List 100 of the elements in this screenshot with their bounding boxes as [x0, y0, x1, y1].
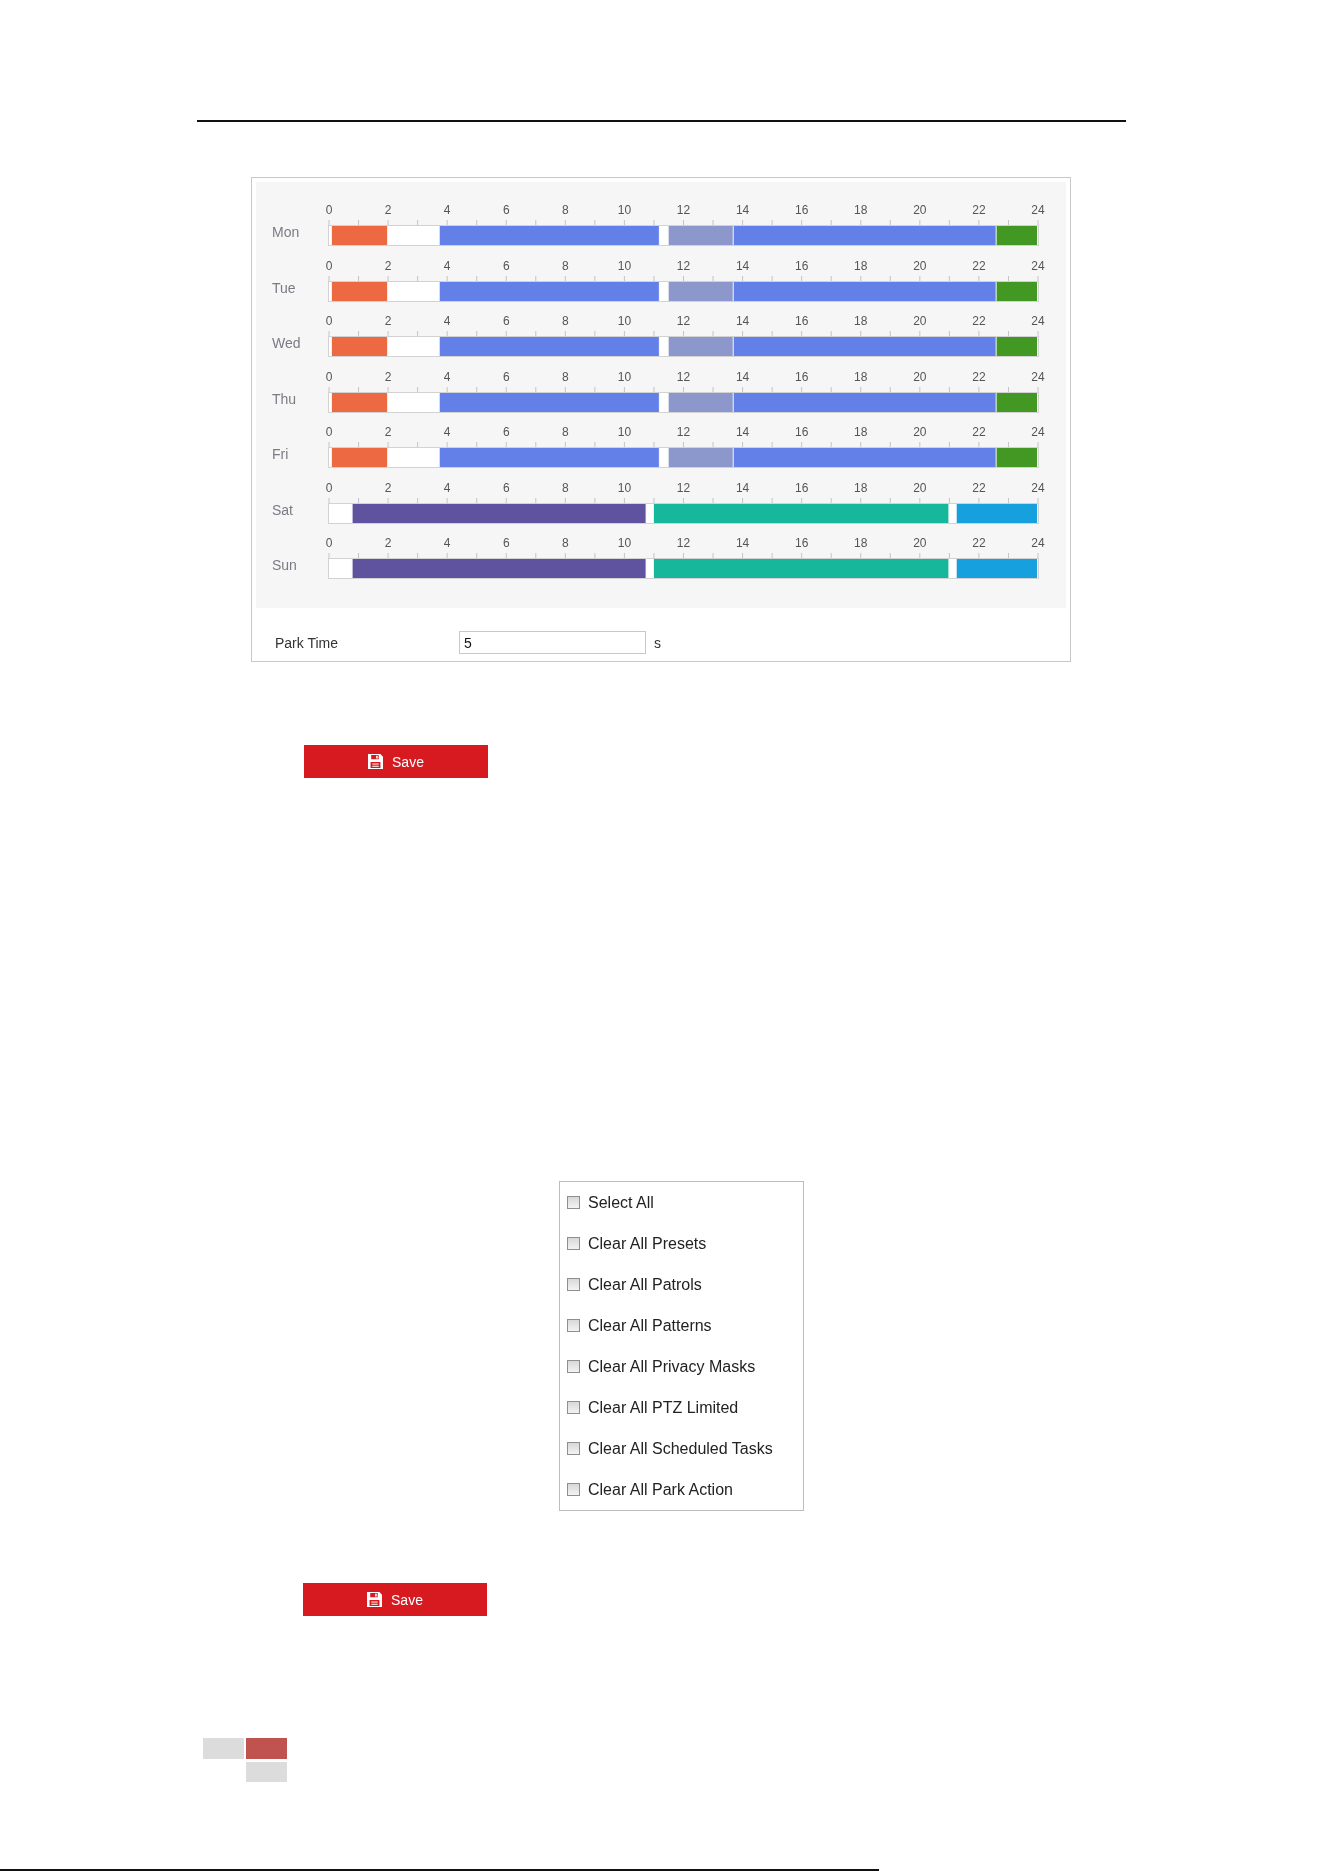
- hour-label: 22: [972, 258, 986, 274]
- hour-label: 8: [562, 536, 569, 551]
- day-label: Tue: [272, 278, 297, 298]
- hour-label: 0: [325, 536, 333, 551]
- hour-label: 2: [384, 258, 392, 274]
- hour-label: 0: [325, 203, 333, 218]
- hour-label: 24: [1031, 425, 1045, 440]
- hour-label: 20: [913, 369, 927, 385]
- hour-label: 16: [795, 258, 809, 274]
- hour-label: 20: [913, 203, 927, 218]
- hour-label: 2: [384, 203, 392, 218]
- hour-label: 6: [502, 314, 510, 329]
- day-label: Sun: [272, 556, 298, 575]
- hour-label: 20: [913, 258, 927, 274]
- hour-label: 22: [972, 536, 986, 551]
- hour-label: 18: [854, 203, 868, 218]
- hour-label: 6: [502, 425, 510, 440]
- hour-label: 2: [384, 536, 392, 551]
- hour-label: 12: [676, 314, 691, 329]
- hour-label: 8: [562, 480, 569, 496]
- hour-label: 10: [617, 314, 632, 329]
- day-label: Wed: [272, 334, 302, 353]
- hour-label: 6: [502, 258, 510, 274]
- hour-label: 6: [502, 536, 510, 551]
- hour-label: 24: [1031, 536, 1045, 551]
- hour-label: 16: [795, 480, 809, 496]
- hour-label: 4: [443, 425, 451, 440]
- hour-label: 10: [617, 536, 632, 551]
- hour-label: 2: [384, 369, 392, 385]
- field-label: Park Time: [275, 634, 339, 651]
- hour-label: 10: [617, 480, 632, 496]
- unit-label: s: [654, 634, 661, 651]
- hour-label: 12: [676, 203, 691, 218]
- hour-label: 16: [795, 369, 809, 385]
- hour-label: 14: [735, 480, 750, 496]
- hour-label: 14: [735, 258, 750, 274]
- hour-label: 10: [617, 258, 632, 274]
- day-label: Fri: [272, 445, 290, 464]
- hour-label: 22: [972, 425, 986, 440]
- hour-label: 20: [913, 314, 927, 329]
- hour-label: 24: [1031, 480, 1045, 496]
- hour-label: 14: [735, 369, 750, 385]
- hour-label: 24: [1031, 369, 1045, 385]
- hour-label: 8: [562, 314, 569, 329]
- hour-label: 8: [562, 203, 569, 218]
- hour-label: 0: [325, 425, 333, 440]
- hour-label: 8: [562, 369, 569, 385]
- hour-label: 2: [384, 314, 392, 329]
- hour-label: 22: [972, 480, 986, 496]
- hour-label: 24: [1031, 258, 1045, 274]
- hour-label: 12: [676, 536, 691, 551]
- hour-label: 14: [735, 536, 750, 551]
- hour-label: 18: [854, 369, 868, 385]
- hour-label: 22: [972, 369, 986, 385]
- hour-label: 16: [795, 203, 809, 218]
- hour-label: 6: [502, 203, 510, 218]
- hour-label: 16: [795, 425, 809, 440]
- hour-label: 14: [735, 425, 750, 440]
- hour-label: 18: [854, 480, 868, 496]
- hour-label: 10: [617, 369, 632, 385]
- hour-label: 2: [384, 425, 392, 440]
- hour-label: 12: [676, 425, 691, 440]
- hour-label: 18: [854, 314, 868, 329]
- hour-label: 12: [676, 480, 691, 496]
- hour-label: 2: [384, 480, 392, 496]
- hour-label: 20: [913, 536, 927, 551]
- hour-label: 4: [443, 203, 451, 218]
- hour-label: 16: [795, 536, 809, 551]
- hour-label: 24: [1031, 203, 1045, 218]
- hour-label: 4: [443, 536, 451, 551]
- hour-label: 16: [795, 314, 809, 329]
- hour-label: 8: [562, 425, 569, 440]
- hour-label: 22: [972, 314, 986, 329]
- day-label: Thu: [272, 389, 298, 409]
- hour-label: 0: [325, 258, 333, 274]
- hour-label: 12: [676, 369, 691, 385]
- hour-label: 6: [502, 480, 510, 496]
- day-label: Mon: [272, 223, 301, 242]
- hour-label: 10: [617, 425, 632, 440]
- hour-label: 20: [913, 480, 927, 496]
- hour-label: 18: [854, 258, 868, 274]
- day-label: Sat: [272, 500, 294, 520]
- hour-label: 4: [443, 258, 451, 274]
- hour-label: 4: [443, 480, 451, 496]
- hour-label: 0: [325, 314, 333, 329]
- hour-label: 18: [854, 536, 868, 551]
- hour-label: 8: [562, 258, 569, 274]
- hour-label: 4: [443, 314, 451, 329]
- hour-label: 14: [735, 203, 750, 218]
- hour-label: 20: [913, 425, 927, 440]
- hour-label: 22: [972, 203, 986, 218]
- hour-label: 0: [325, 369, 333, 385]
- hour-label: 14: [735, 314, 750, 329]
- hour-label: 18: [854, 425, 868, 440]
- hour-label: 6: [502, 369, 510, 385]
- hour-label: 0: [325, 480, 333, 496]
- hour-label: 12: [676, 258, 691, 274]
- hour-label: 24: [1031, 314, 1045, 329]
- hour-label: 10: [617, 203, 632, 218]
- hour-label: 4: [443, 369, 451, 385]
